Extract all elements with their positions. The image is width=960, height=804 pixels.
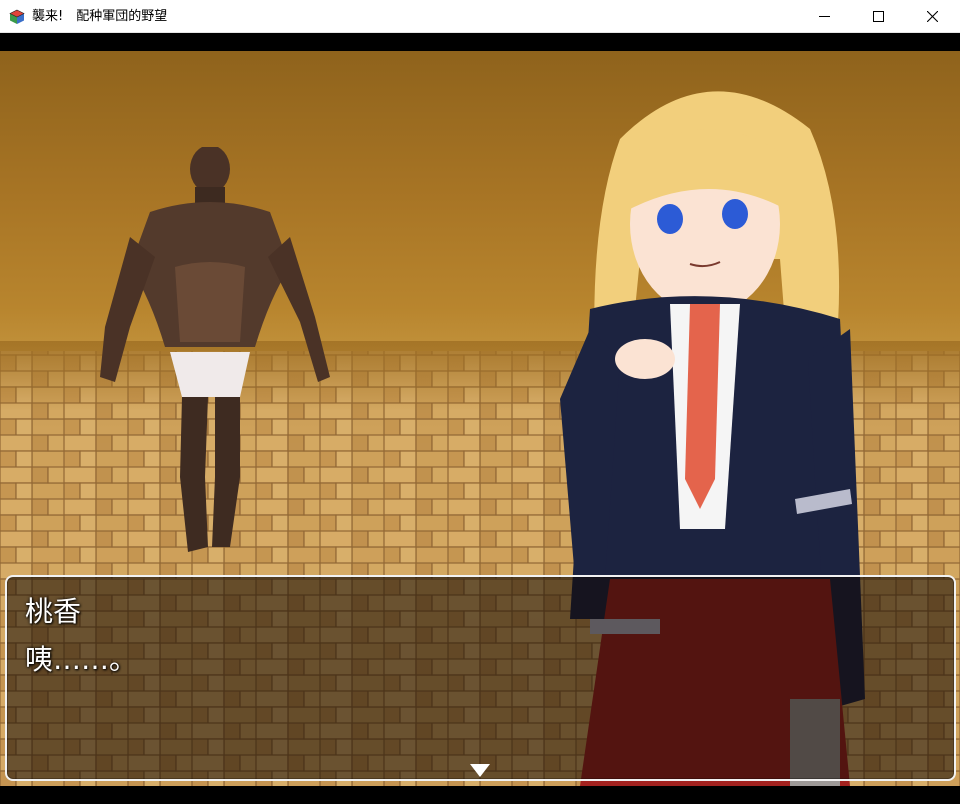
message-window[interactable]: 桃香 咦……。 bbox=[5, 575, 956, 781]
rpg-maker-cube-icon bbox=[9, 9, 25, 24]
window-titlebar[interactable]: 襲来! 配种軍団的野望 bbox=[0, 0, 960, 33]
close-icon bbox=[926, 11, 938, 22]
minimize-icon bbox=[818, 16, 830, 17]
maximize-button[interactable] bbox=[855, 0, 901, 33]
down-triangle-icon[interactable] bbox=[470, 764, 490, 777]
maximize-icon bbox=[872, 11, 884, 22]
close-button[interactable] bbox=[909, 0, 955, 33]
dialogue-text: 咦……。 bbox=[25, 643, 138, 676]
speaker-name: 桃香 bbox=[25, 595, 82, 628]
window-title: 襲来! 配种軍団的野望 bbox=[32, 9, 168, 24]
letterbox-top bbox=[0, 33, 960, 51]
minimize-button[interactable] bbox=[801, 0, 847, 33]
muscular-man-sprite bbox=[100, 147, 330, 552]
letterbox-bottom bbox=[0, 786, 960, 804]
